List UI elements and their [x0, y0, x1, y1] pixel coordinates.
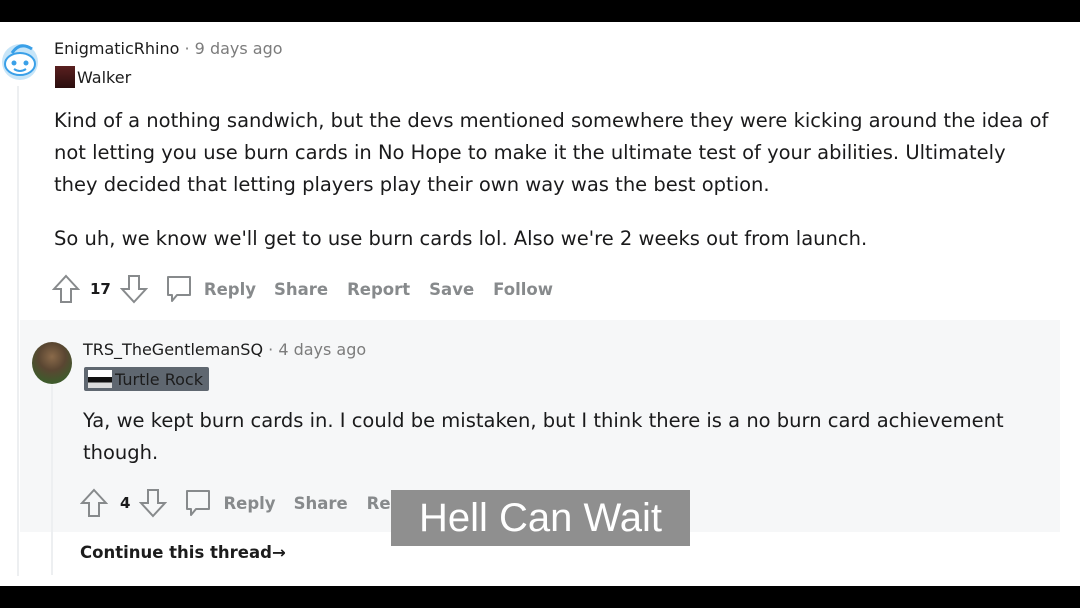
- avatar[interactable]: [32, 342, 72, 384]
- comment-time[interactable]: 4 days ago: [278, 340, 366, 359]
- report-button[interactable]: Report: [347, 280, 410, 299]
- letterbox-bottom: [0, 586, 1080, 608]
- comment-icon: [183, 488, 213, 518]
- upvote-icon[interactable]: [52, 274, 80, 304]
- comment-icon: [164, 274, 194, 304]
- continue-thread-label: Continue this thread: [80, 543, 272, 562]
- upvote-icon[interactable]: [80, 488, 108, 518]
- reply-label: Reply: [223, 493, 276, 513]
- user-flair: Walker: [77, 67, 132, 87]
- avatar[interactable]: [0, 40, 42, 82]
- user-flair: Turtle Rock: [115, 369, 203, 389]
- reply-label: Reply: [203, 279, 256, 299]
- share-button[interactable]: Share: [274, 280, 328, 299]
- letterbox-top: [0, 0, 1080, 22]
- vote-count: 17: [90, 280, 111, 298]
- comment-author[interactable]: TRS_TheGentlemanSQ: [83, 340, 263, 359]
- continue-thread-link[interactable]: Continue this thread→: [80, 543, 286, 562]
- comment-paragraph: So uh, we know we'll get to use burn car…: [54, 227, 868, 250]
- downvote-icon[interactable]: [139, 488, 168, 518]
- walker-flair-icon: [55, 66, 75, 88]
- save-button[interactable]: Save: [429, 280, 474, 299]
- downvote-icon[interactable]: [119, 274, 148, 304]
- turtle-rock-flair-icon: [88, 370, 112, 388]
- share-button[interactable]: Share: [294, 494, 348, 513]
- thread-line[interactable]: [51, 385, 53, 575]
- separator: ·: [184, 39, 190, 58]
- comment-author[interactable]: EnigmaticRhino: [54, 39, 179, 58]
- reply-button[interactable]: Reply: [164, 274, 256, 304]
- follow-button[interactable]: Follow: [493, 280, 553, 299]
- reply-button[interactable]: Reply: [183, 488, 276, 518]
- vote-count: 4: [120, 494, 131, 512]
- arrow-right-icon: →: [271, 543, 286, 562]
- comment-paragraph: Ya, we kept burn cards in. I could be mi…: [83, 409, 1004, 464]
- separator: ·: [268, 340, 274, 359]
- comment-time[interactable]: 9 days ago: [195, 39, 283, 58]
- video-caption: Hell Can Wait: [391, 490, 690, 546]
- caption-text: Hell Can Wait: [418, 495, 663, 540]
- comment-paragraph: Kind of a nothing sandwich, but the devs…: [54, 109, 1049, 196]
- thread-line[interactable]: [17, 86, 19, 576]
